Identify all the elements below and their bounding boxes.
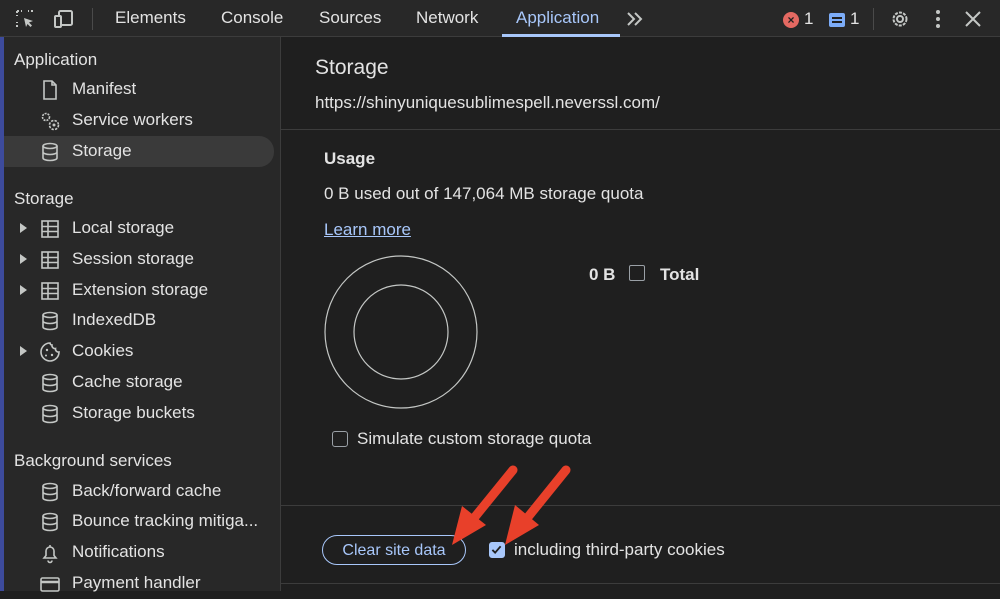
third-party-cookies-label[interactable]: including third-party cookies <box>514 540 725 560</box>
sidebar-item-label: Cookies <box>72 341 134 360</box>
origin-url: https://shinyuniquesublimespell.neverssl… <box>315 93 660 112</box>
sidebar-item-label: Notifications <box>72 542 165 561</box>
file-icon <box>39 79 61 101</box>
expand-arrow-icon[interactable] <box>20 285 27 295</box>
kebab-menu-icon[interactable] <box>927 8 949 30</box>
database-icon <box>39 403 61 425</box>
gear-icon[interactable] <box>889 8 911 30</box>
table-icon <box>39 218 61 240</box>
sidebar-item-session-storage[interactable]: Session storage <box>4 244 274 275</box>
sidebar-item-label: Service workers <box>72 110 193 129</box>
sidebar-item-extension-storage[interactable]: Extension storage <box>4 275 274 306</box>
sidebar: Application Manifest Service workers Sto… <box>0 37 281 592</box>
sidebar-item-manifest[interactable]: Manifest <box>4 74 274 105</box>
device-toolbar-icon[interactable] <box>53 8 75 30</box>
error-badge[interactable]: × 1 <box>783 8 813 30</box>
sidebar-item-label: Bounce tracking mitiga... <box>72 511 259 530</box>
tab-sources[interactable]: Sources <box>319 0 381 36</box>
sidebar-item-label: Extension storage <box>72 280 209 299</box>
sidebar-item-label: Local storage <box>72 218 175 237</box>
sidebar-item-label: Storage buckets <box>72 403 195 422</box>
database-icon <box>39 511 61 533</box>
toolbar-divider <box>873 8 874 30</box>
devtools-toolbar: Elements Console Sources Network Applica… <box>0 0 1000 37</box>
table-icon <box>39 249 61 271</box>
tab-application[interactable]: Application <box>516 0 599 36</box>
legend-swatch <box>629 265 645 281</box>
clear-site-data-button[interactable]: Clear site data <box>322 535 466 565</box>
divider <box>281 505 1000 506</box>
sidebar-item-cache-storage[interactable]: Cache storage <box>4 367 274 398</box>
checkmark-icon <box>491 545 502 555</box>
message-icon <box>829 12 845 27</box>
more-tabs-icon[interactable] <box>624 8 646 30</box>
card-icon <box>39 573 61 595</box>
sidebar-item-label: Cache storage <box>72 372 183 391</box>
sidebar-item-storage[interactable]: Storage <box>4 136 274 167</box>
divider <box>281 129 1000 130</box>
gears-icon <box>39 110 61 132</box>
message-badge[interactable]: 1 <box>829 8 859 30</box>
storage-panel: Storage https://shinyuniquesublimespell.… <box>281 37 1000 591</box>
third-party-cookies-checkbox[interactable] <box>489 542 505 558</box>
sidebar-item-label: Session storage <box>72 249 194 268</box>
sidebar-item-label: IndexedDB <box>72 310 157 329</box>
usage-donut-chart <box>324 255 478 409</box>
table-icon <box>39 280 61 302</box>
legend-label: Total <box>660 265 700 284</box>
page-title: Storage <box>315 56 389 79</box>
database-icon <box>39 372 61 394</box>
sidebar-item-label: Back/forward cache <box>72 481 222 500</box>
toolbar-divider <box>92 8 93 30</box>
error-count: 1 <box>804 9 814 28</box>
sidebar-item-bounce-tracking[interactable]: Bounce tracking mitiga... <box>4 506 274 537</box>
tab-console[interactable]: Console <box>221 0 283 36</box>
tab-network[interactable]: Network <box>416 0 478 36</box>
sidebar-item-cookies[interactable]: Cookies <box>4 336 274 367</box>
sidebar-item-label: Manifest <box>72 79 137 98</box>
close-icon[interactable] <box>962 8 984 30</box>
database-icon <box>39 310 61 332</box>
sidebar-item-storage-buckets[interactable]: Storage buckets <box>4 398 274 429</box>
divider <box>281 583 1000 584</box>
sidebar-item-indexeddb[interactable]: IndexedDB <box>4 305 274 336</box>
learn-more-link[interactable]: Learn more <box>324 220 411 240</box>
sidebar-item-service-workers[interactable]: Service workers <box>4 105 274 136</box>
bell-icon <box>39 542 61 564</box>
simulate-quota-checkbox[interactable] <box>332 431 348 447</box>
inspect-element-icon[interactable] <box>14 8 36 30</box>
database-icon <box>39 481 61 503</box>
expand-arrow-icon[interactable] <box>20 223 27 233</box>
simulate-quota-label[interactable]: Simulate custom storage quota <box>357 429 591 449</box>
message-count: 1 <box>850 9 860 28</box>
expand-arrow-icon[interactable] <box>20 254 27 264</box>
sidebar-item-notifications[interactable]: Notifications <box>4 537 274 568</box>
sidebar-item-payment-handler[interactable]: Payment handler <box>4 568 274 599</box>
expand-arrow-icon[interactable] <box>20 346 27 356</box>
section-title-application: Application <box>14 50 98 69</box>
error-icon: × <box>783 11 799 28</box>
sidebar-item-label: Payment handler <box>72 573 201 592</box>
section-title-background-services: Background services <box>14 451 172 470</box>
tab-elements[interactable]: Elements <box>115 0 186 36</box>
cookie-icon <box>39 341 61 363</box>
usage-heading: Usage <box>324 149 376 168</box>
database-icon <box>39 141 61 163</box>
sidebar-item-local-storage[interactable]: Local storage <box>4 213 274 244</box>
sidebar-item-back-forward-cache[interactable]: Back/forward cache <box>4 476 274 507</box>
sidebar-item-label: Storage <box>72 141 132 160</box>
usage-text: 0 B used out of 147,064 MB storage quota <box>324 184 644 203</box>
section-title-storage: Storage <box>14 189 74 208</box>
legend-value: 0 B <box>589 265 616 284</box>
